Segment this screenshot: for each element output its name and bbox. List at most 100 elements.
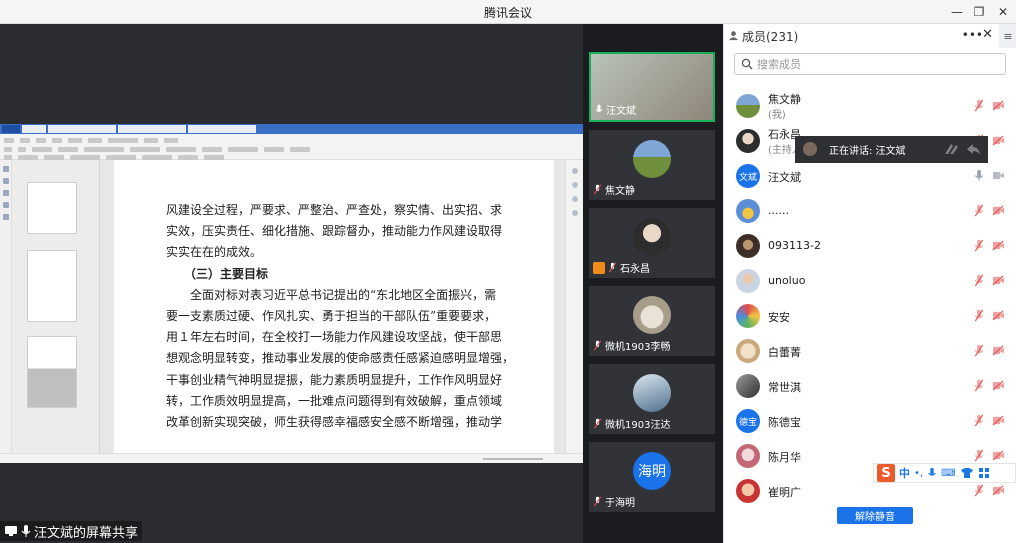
member-name: 陈月华 bbox=[768, 451, 801, 464]
ime-grid-icon[interactable] bbox=[978, 467, 990, 479]
reply-icon bbox=[967, 144, 980, 155]
doc-line: （三）主要目标 bbox=[166, 266, 269, 281]
camera-off-icon[interactable] bbox=[992, 380, 1005, 391]
avatar: 海明 bbox=[633, 452, 671, 490]
mic-muted-icon[interactable] bbox=[974, 414, 984, 427]
doc-line: 要一支素质过硬、作风扎实、勇于担当的干部队伍”重要要求， bbox=[166, 309, 497, 323]
panel-side-toggle[interactable]: ≡ bbox=[999, 24, 1016, 48]
doc-line: 改革创新实现突破，师生获得感幸福感安全感不断增强，推动学 bbox=[166, 415, 503, 429]
camera-off-icon[interactable] bbox=[992, 415, 1005, 426]
doc-line: 实实在在的成效。 bbox=[166, 245, 263, 260]
video-tile-name: 微机1903汪达 bbox=[593, 416, 670, 431]
mic-muted-icon[interactable] bbox=[974, 484, 984, 497]
avatar: 德宝 bbox=[736, 409, 760, 433]
member-search[interactable] bbox=[734, 53, 1006, 75]
video-tile-name: 石永昌 bbox=[593, 260, 650, 275]
avatar bbox=[736, 129, 760, 153]
member-row[interactable]: unoluo bbox=[724, 263, 1016, 298]
avatar bbox=[736, 269, 760, 293]
member-name: 安安 bbox=[768, 311, 790, 324]
doc-page-area: 风建设全过程，严要求、严整治、严查处，察实情、出实招、求 实效，压实责任、细化措施… bbox=[100, 160, 565, 453]
mic-muted-icon[interactable] bbox=[974, 204, 984, 217]
search-input[interactable] bbox=[757, 56, 997, 72]
unmute-button[interactable]: 解除静音 bbox=[837, 507, 913, 524]
video-tile[interactable]: 石永昌 bbox=[589, 208, 715, 278]
member-row[interactable]: 焦文静 (我) bbox=[724, 88, 1016, 123]
mic-muted-icon[interactable] bbox=[974, 239, 984, 252]
speaking-label: 正在讲话: 汪文斌 bbox=[829, 146, 906, 157]
mic-muted-icon[interactable] bbox=[974, 344, 984, 357]
mic-muted-icon[interactable] bbox=[974, 379, 984, 392]
mic-muted-icon[interactable] bbox=[974, 274, 984, 287]
doc-status-bar bbox=[0, 453, 583, 463]
ime-logo: S bbox=[877, 464, 895, 482]
doc-page: 风建设全过程，严要求、严整治、严查处，察实情、出实招、求 实效，压实责任、细化措施… bbox=[114, 160, 554, 453]
camera-off-icon[interactable] bbox=[992, 240, 1005, 251]
page-thumbnail[interactable] bbox=[27, 336, 77, 408]
member-row[interactable]: 文斌 汪文斌 bbox=[724, 158, 1016, 193]
ime-toolbar[interactable]: S 中 •, ⌨ bbox=[873, 463, 1016, 483]
minimize-button[interactable]: — bbox=[946, 2, 968, 22]
mic-muted-icon[interactable] bbox=[974, 449, 984, 462]
member-name: 白蕾菁 bbox=[768, 346, 801, 359]
video-tile[interactable]: 微机1903李畅 bbox=[589, 286, 715, 356]
member-role: (我) bbox=[768, 110, 786, 121]
member-row[interactable]: 德宝 陈德宝 bbox=[724, 403, 1016, 438]
member-name: 焦文静 bbox=[768, 93, 801, 106]
camera-icon[interactable] bbox=[992, 170, 1005, 181]
page-thumbnail[interactable] bbox=[27, 182, 77, 234]
camera-off-icon[interactable] bbox=[992, 100, 1005, 111]
page-thumbnail[interactable] bbox=[27, 250, 77, 322]
mic-muted-icon bbox=[593, 184, 602, 195]
member-row[interactable]: 安安 bbox=[724, 298, 1016, 333]
member-row[interactable]: 常世淇 bbox=[724, 368, 1016, 403]
restore-button[interactable]: ❐ bbox=[968, 2, 990, 22]
mic-muted-icon[interactable] bbox=[974, 309, 984, 322]
camera-off-icon[interactable] bbox=[992, 205, 1005, 216]
video-tile[interactable]: 微机1903汪达 bbox=[589, 364, 715, 434]
screen-share-label: 汪文斌的屏幕共享 bbox=[0, 521, 143, 541]
close-button[interactable]: ✕ bbox=[992, 2, 1014, 22]
member-row[interactable]: ...... bbox=[724, 193, 1016, 228]
doc-line: 干事创业精气神明显提振，能力素质明显提升，工作作风明显好 bbox=[166, 372, 503, 387]
member-name: 崔明广 bbox=[768, 486, 801, 499]
doc-left-rail bbox=[0, 160, 12, 453]
zoom-slider[interactable] bbox=[483, 458, 543, 460]
more-options-button[interactable]: ••• bbox=[962, 28, 983, 42]
member-row[interactable]: 093113-2 bbox=[724, 228, 1016, 263]
member-name: 陈德宝 bbox=[768, 416, 801, 429]
doc-tab bbox=[188, 125, 256, 133]
camera-off-icon[interactable] bbox=[992, 450, 1005, 461]
mic-icon[interactable] bbox=[974, 169, 984, 182]
avatar bbox=[736, 479, 760, 503]
ime-mode[interactable]: 中 bbox=[899, 465, 910, 481]
close-panel-button[interactable]: ✕ bbox=[982, 27, 993, 42]
video-tile[interactable]: 汪文斌 bbox=[589, 52, 715, 122]
mic-muted-icon bbox=[593, 340, 602, 351]
camera-off-icon[interactable] bbox=[992, 135, 1005, 146]
doc-tab-strip bbox=[0, 124, 583, 134]
doc-right-rail bbox=[565, 160, 583, 453]
title-bar: 腾讯会议 — ❐ ✕ bbox=[0, 0, 1016, 24]
avatar bbox=[736, 234, 760, 258]
camera-off-icon[interactable] bbox=[992, 345, 1005, 356]
share-stage: 风建设全过程，严要求、严整治、严查处，察实情、出实招、求 实效，压实责任、细化措施… bbox=[0, 24, 583, 543]
member-name: 汪文斌 bbox=[768, 171, 801, 184]
video-tile[interactable]: 海明 于海明 bbox=[589, 442, 715, 512]
mic-muted-icon[interactable] bbox=[974, 99, 984, 112]
camera-off-icon[interactable] bbox=[992, 310, 1005, 321]
doc-thumbnail-pane bbox=[12, 160, 100, 453]
window-title: 腾讯会议 bbox=[483, 6, 532, 20]
ime-skin-icon[interactable] bbox=[960, 467, 974, 479]
ime-mic-icon[interactable] bbox=[927, 467, 937, 479]
camera-off-icon[interactable] bbox=[992, 485, 1005, 496]
ime-keyboard-icon[interactable]: ⌨ bbox=[941, 468, 955, 479]
doc-tab bbox=[2, 125, 20, 133]
speaking-indicator: 正在讲话: 汪文斌 bbox=[795, 136, 988, 163]
avatar bbox=[736, 199, 760, 223]
video-tile[interactable]: 焦文静 bbox=[589, 130, 715, 200]
search-icon bbox=[741, 58, 753, 70]
member-row[interactable]: 白蕾菁 bbox=[724, 333, 1016, 368]
camera-off-icon[interactable] bbox=[992, 275, 1005, 286]
ime-punctuation[interactable]: •, bbox=[914, 468, 923, 479]
